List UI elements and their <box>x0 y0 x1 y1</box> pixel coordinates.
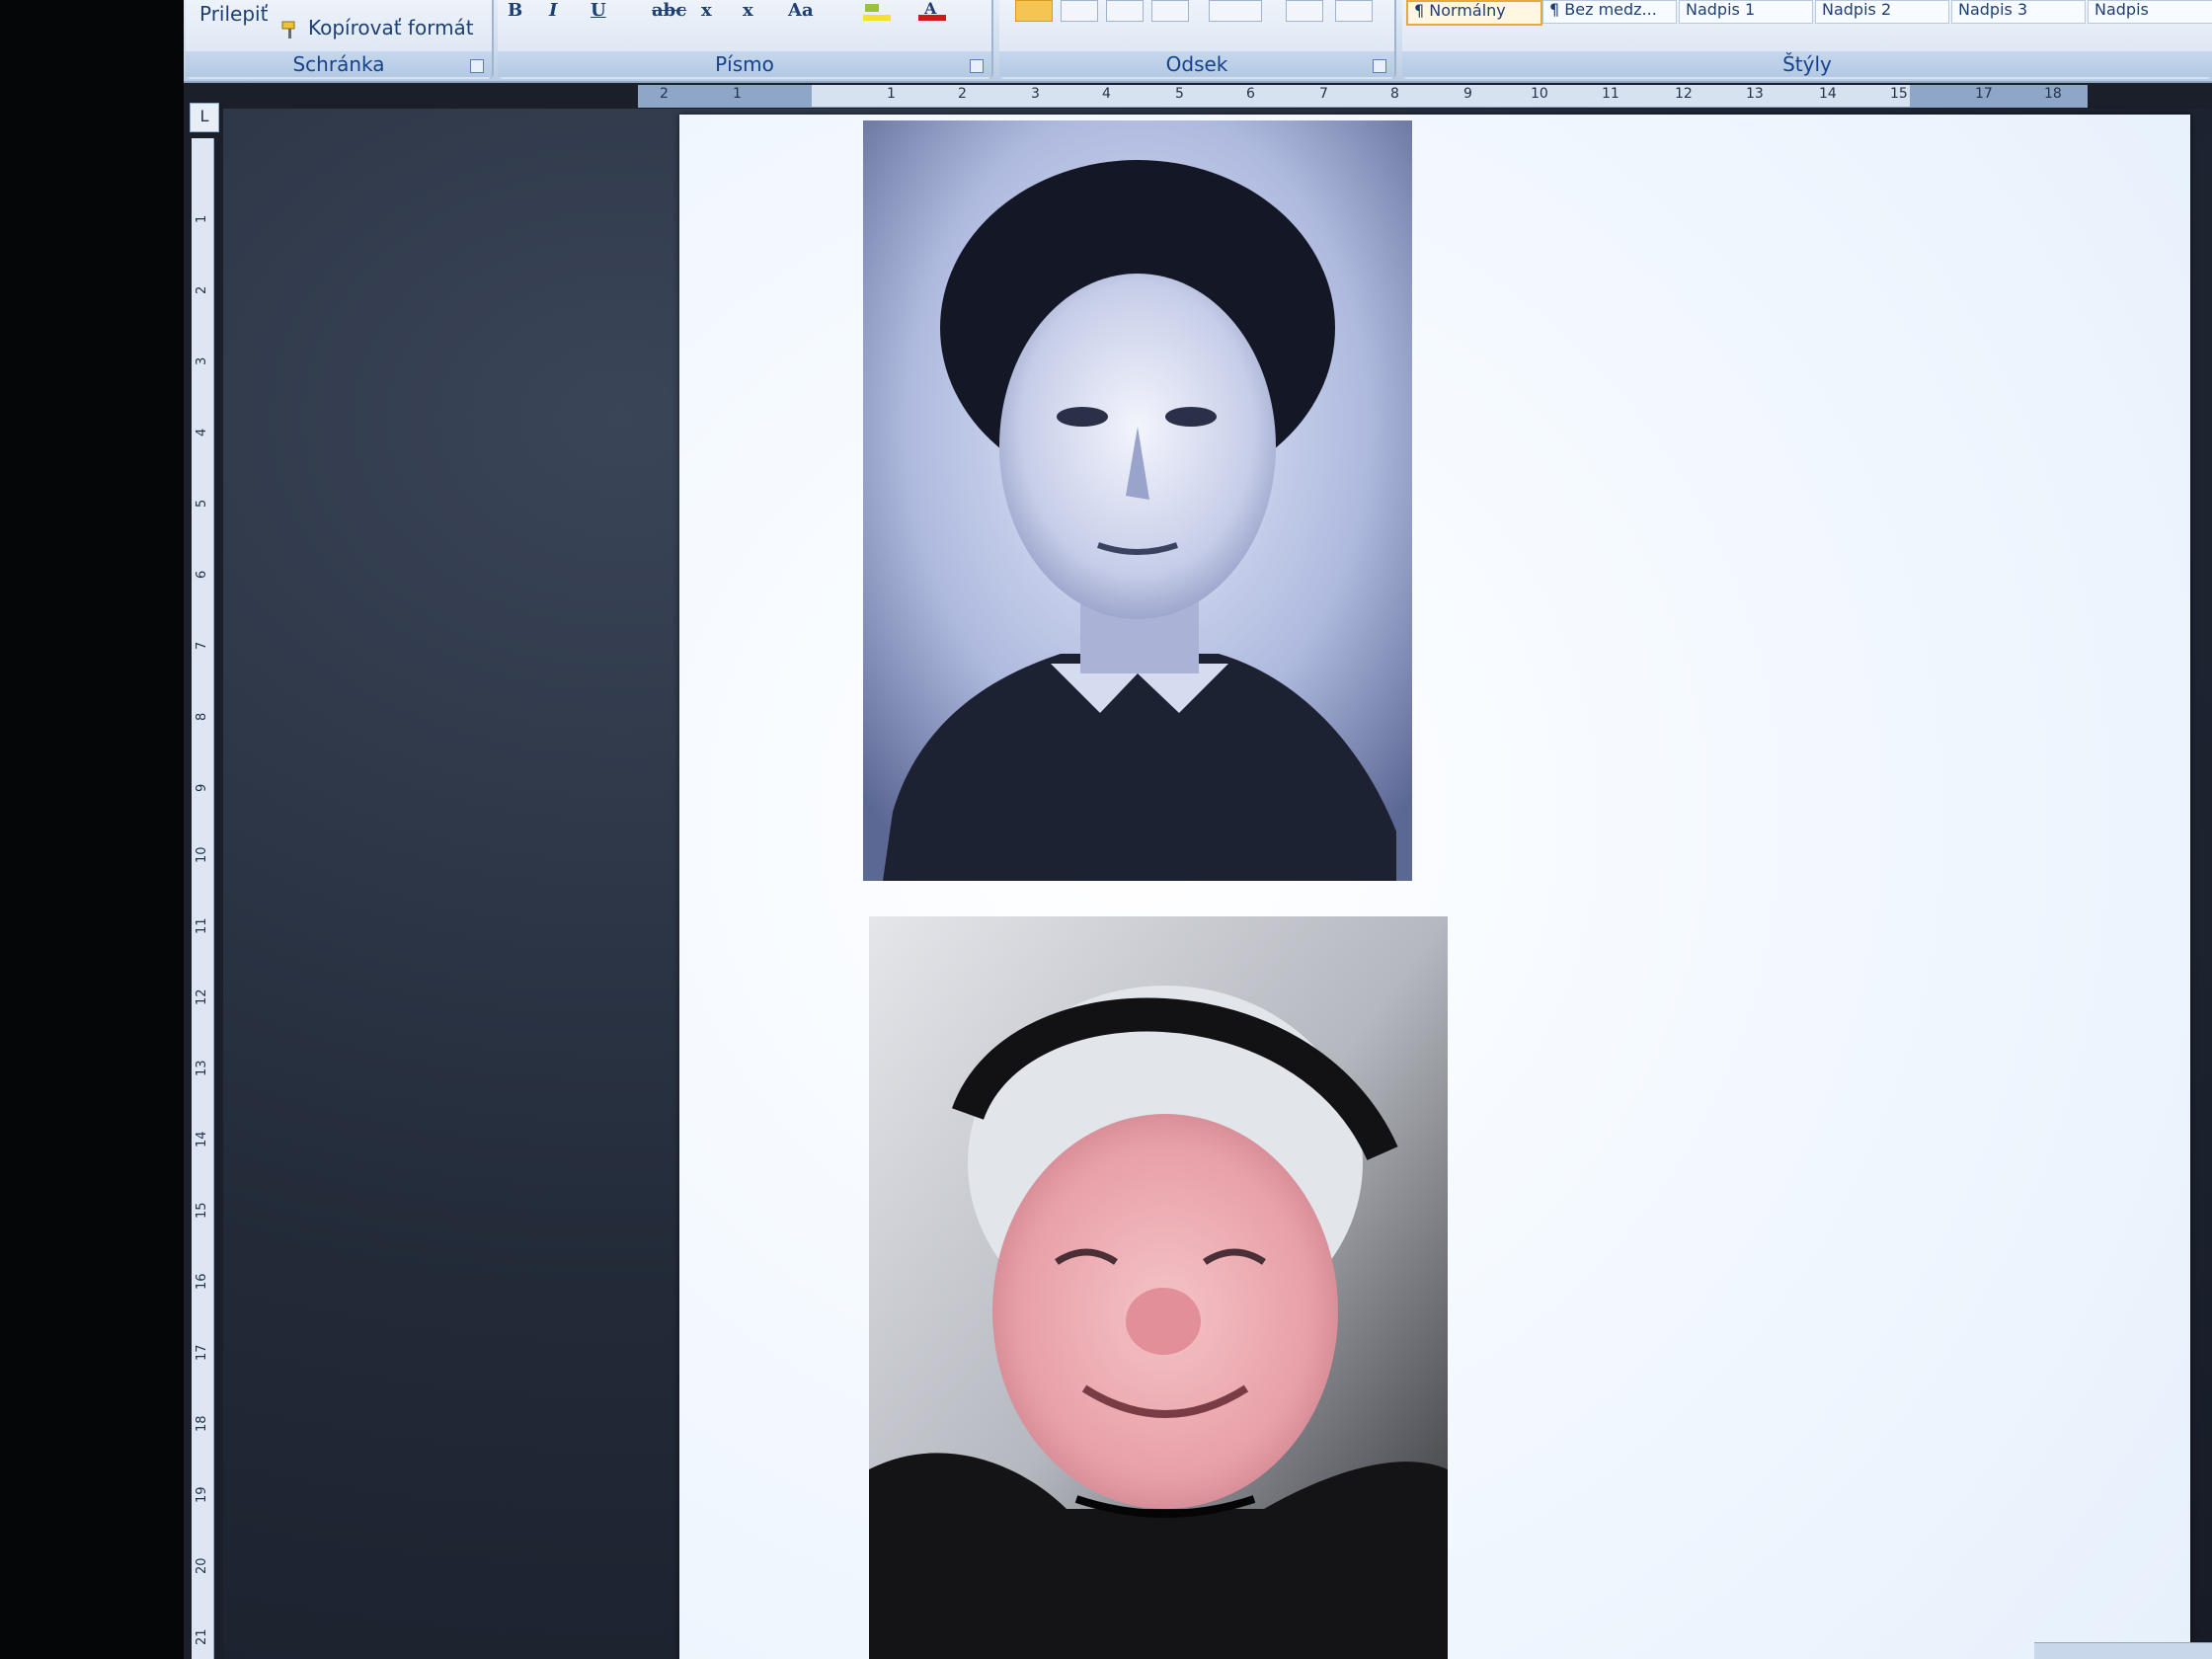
ruler-label: 5 <box>195 499 209 508</box>
paragraph-group-label: Odsek <box>999 51 1394 77</box>
screen: Prilepiť Kopírovať formát Schránka B I U… <box>184 0 2212 1659</box>
ruler-label: 16 <box>195 1273 209 1290</box>
ruler-label: 17 <box>195 1344 209 1361</box>
ruler-label: 2 <box>660 86 669 102</box>
ruler-label: 8 <box>1390 86 1399 102</box>
ruler-label: 9 <box>195 783 209 792</box>
ruler-label: 1 <box>887 86 896 102</box>
clipboard-group-label: Schránka <box>186 51 492 77</box>
view-buttons[interactable] <box>2034 1642 2212 1659</box>
ruler-label: 8 <box>195 712 209 721</box>
ruler-label: 21 <box>195 1628 209 1645</box>
tab-selector[interactable]: L <box>190 103 219 132</box>
ruler-label: 20 <box>195 1557 209 1574</box>
ruler-label: 1 <box>733 86 742 102</box>
italic-button[interactable]: I <box>549 0 557 24</box>
style-no-spacing[interactable]: ¶ Bez medz... <box>1542 0 1677 24</box>
justify-icon[interactable] <box>1151 0 1189 22</box>
dialog-launcher-icon[interactable] <box>470 59 484 73</box>
underline-button[interactable]: U <box>591 0 606 24</box>
font-group-label: Písmo <box>498 51 991 77</box>
ruler-label: 6 <box>195 570 209 579</box>
ruler-label: 14 <box>1819 86 1837 102</box>
styles-group-label: Štýly <box>1402 51 2212 77</box>
borders-icon[interactable] <box>1335 0 1373 22</box>
ribbon: Prilepiť Kopírovať formát Schránka B I U… <box>184 0 2212 83</box>
ruler-label: 4 <box>195 428 209 436</box>
ruler-label: 17 <box>1975 86 1993 102</box>
dialog-launcher-icon[interactable] <box>970 59 984 73</box>
ruler-label: 13 <box>195 1060 209 1076</box>
change-case-button[interactable]: Aa <box>788 0 814 24</box>
highlight-icon[interactable] <box>863 0 893 22</box>
ruler-label: 3 <box>1031 86 1040 102</box>
style-heading[interactable]: Nadpis <box>2088 0 2212 24</box>
styles-group: ¶ Normálny ¶ Bez medz... Nadpis 1 Nadpis… <box>1402 0 2212 79</box>
ruler-label: 9 <box>1463 86 1472 102</box>
font-group: B I U abc x x Aa A Písmo <box>498 0 993 79</box>
ruler-label: 12 <box>1675 86 1693 102</box>
portrait-photo-young[interactable] <box>863 120 1412 881</box>
ruler-label: 18 <box>2044 86 2062 102</box>
superscript-button[interactable]: x <box>743 0 753 24</box>
ruler-label: 5 <box>1175 86 1184 102</box>
vertical-ruler[interactable]: 1 2 3 4 5 6 7 8 9 10 11 12 13 14 15 16 1… <box>192 138 214 1659</box>
document-workspace[interactable] <box>223 109 2212 1659</box>
ruler-label: 1 <box>195 214 209 223</box>
ruler-label: 2 <box>195 285 209 294</box>
ruler-label: 19 <box>195 1486 209 1503</box>
style-heading-3[interactable]: Nadpis 3 <box>1951 0 2086 24</box>
paste-button[interactable]: Prilepiť <box>199 2 268 26</box>
ruler-label: 13 <box>1746 86 1764 102</box>
bold-button[interactable]: B <box>508 0 522 24</box>
style-heading-1[interactable]: Nadpis 1 <box>1679 0 1813 24</box>
document-page[interactable] <box>679 115 2190 1659</box>
ruler-label: 11 <box>1602 86 1620 102</box>
ruler-label: 12 <box>195 988 209 1005</box>
ruler-label: 18 <box>195 1415 209 1432</box>
portrait-photo-elderly[interactable] <box>869 916 1448 1659</box>
align-center-icon[interactable] <box>1061 0 1098 22</box>
ruler-label: 10 <box>195 846 209 863</box>
ruler-label: 10 <box>1531 86 1548 102</box>
subscript-button[interactable]: x <box>701 0 712 24</box>
ruler-label: 15 <box>195 1202 209 1219</box>
paragraph-group: Odsek <box>999 0 1396 79</box>
ruler-label: 2 <box>958 86 967 102</box>
style-heading-2[interactable]: Nadpis 2 <box>1815 0 1949 24</box>
ruler-label: 4 <box>1102 86 1111 102</box>
ruler-label: 7 <box>1319 86 1328 102</box>
shading-icon[interactable] <box>1286 0 1323 22</box>
font-color-icon[interactable]: A <box>918 0 948 22</box>
format-painter-icon[interactable] <box>280 20 302 41</box>
ruler-label: 11 <box>195 917 209 934</box>
line-spacing-icon[interactable] <box>1209 0 1262 22</box>
style-normal[interactable]: ¶ Normálny <box>1406 0 1542 26</box>
align-right-icon[interactable] <box>1106 0 1144 22</box>
horizontal-ruler[interactable]: 2 1 1 2 3 4 5 6 7 8 9 10 11 12 13 14 15 … <box>638 85 2088 108</box>
clipboard-group: Prilepiť Kopírovať formát Schránka <box>186 0 494 79</box>
ruler-label: 14 <box>195 1131 209 1147</box>
dialog-launcher-icon[interactable] <box>1373 59 1386 73</box>
ruler-label: 15 <box>1890 86 1908 102</box>
align-left-icon[interactable] <box>1015 0 1053 22</box>
ruler-label: 6 <box>1246 86 1255 102</box>
ruler-label: 7 <box>195 641 209 650</box>
strikethrough-button[interactable]: abc <box>652 0 686 24</box>
ruler-label: 3 <box>195 356 209 365</box>
format-painter-button[interactable]: Kopírovať formát <box>308 16 474 40</box>
